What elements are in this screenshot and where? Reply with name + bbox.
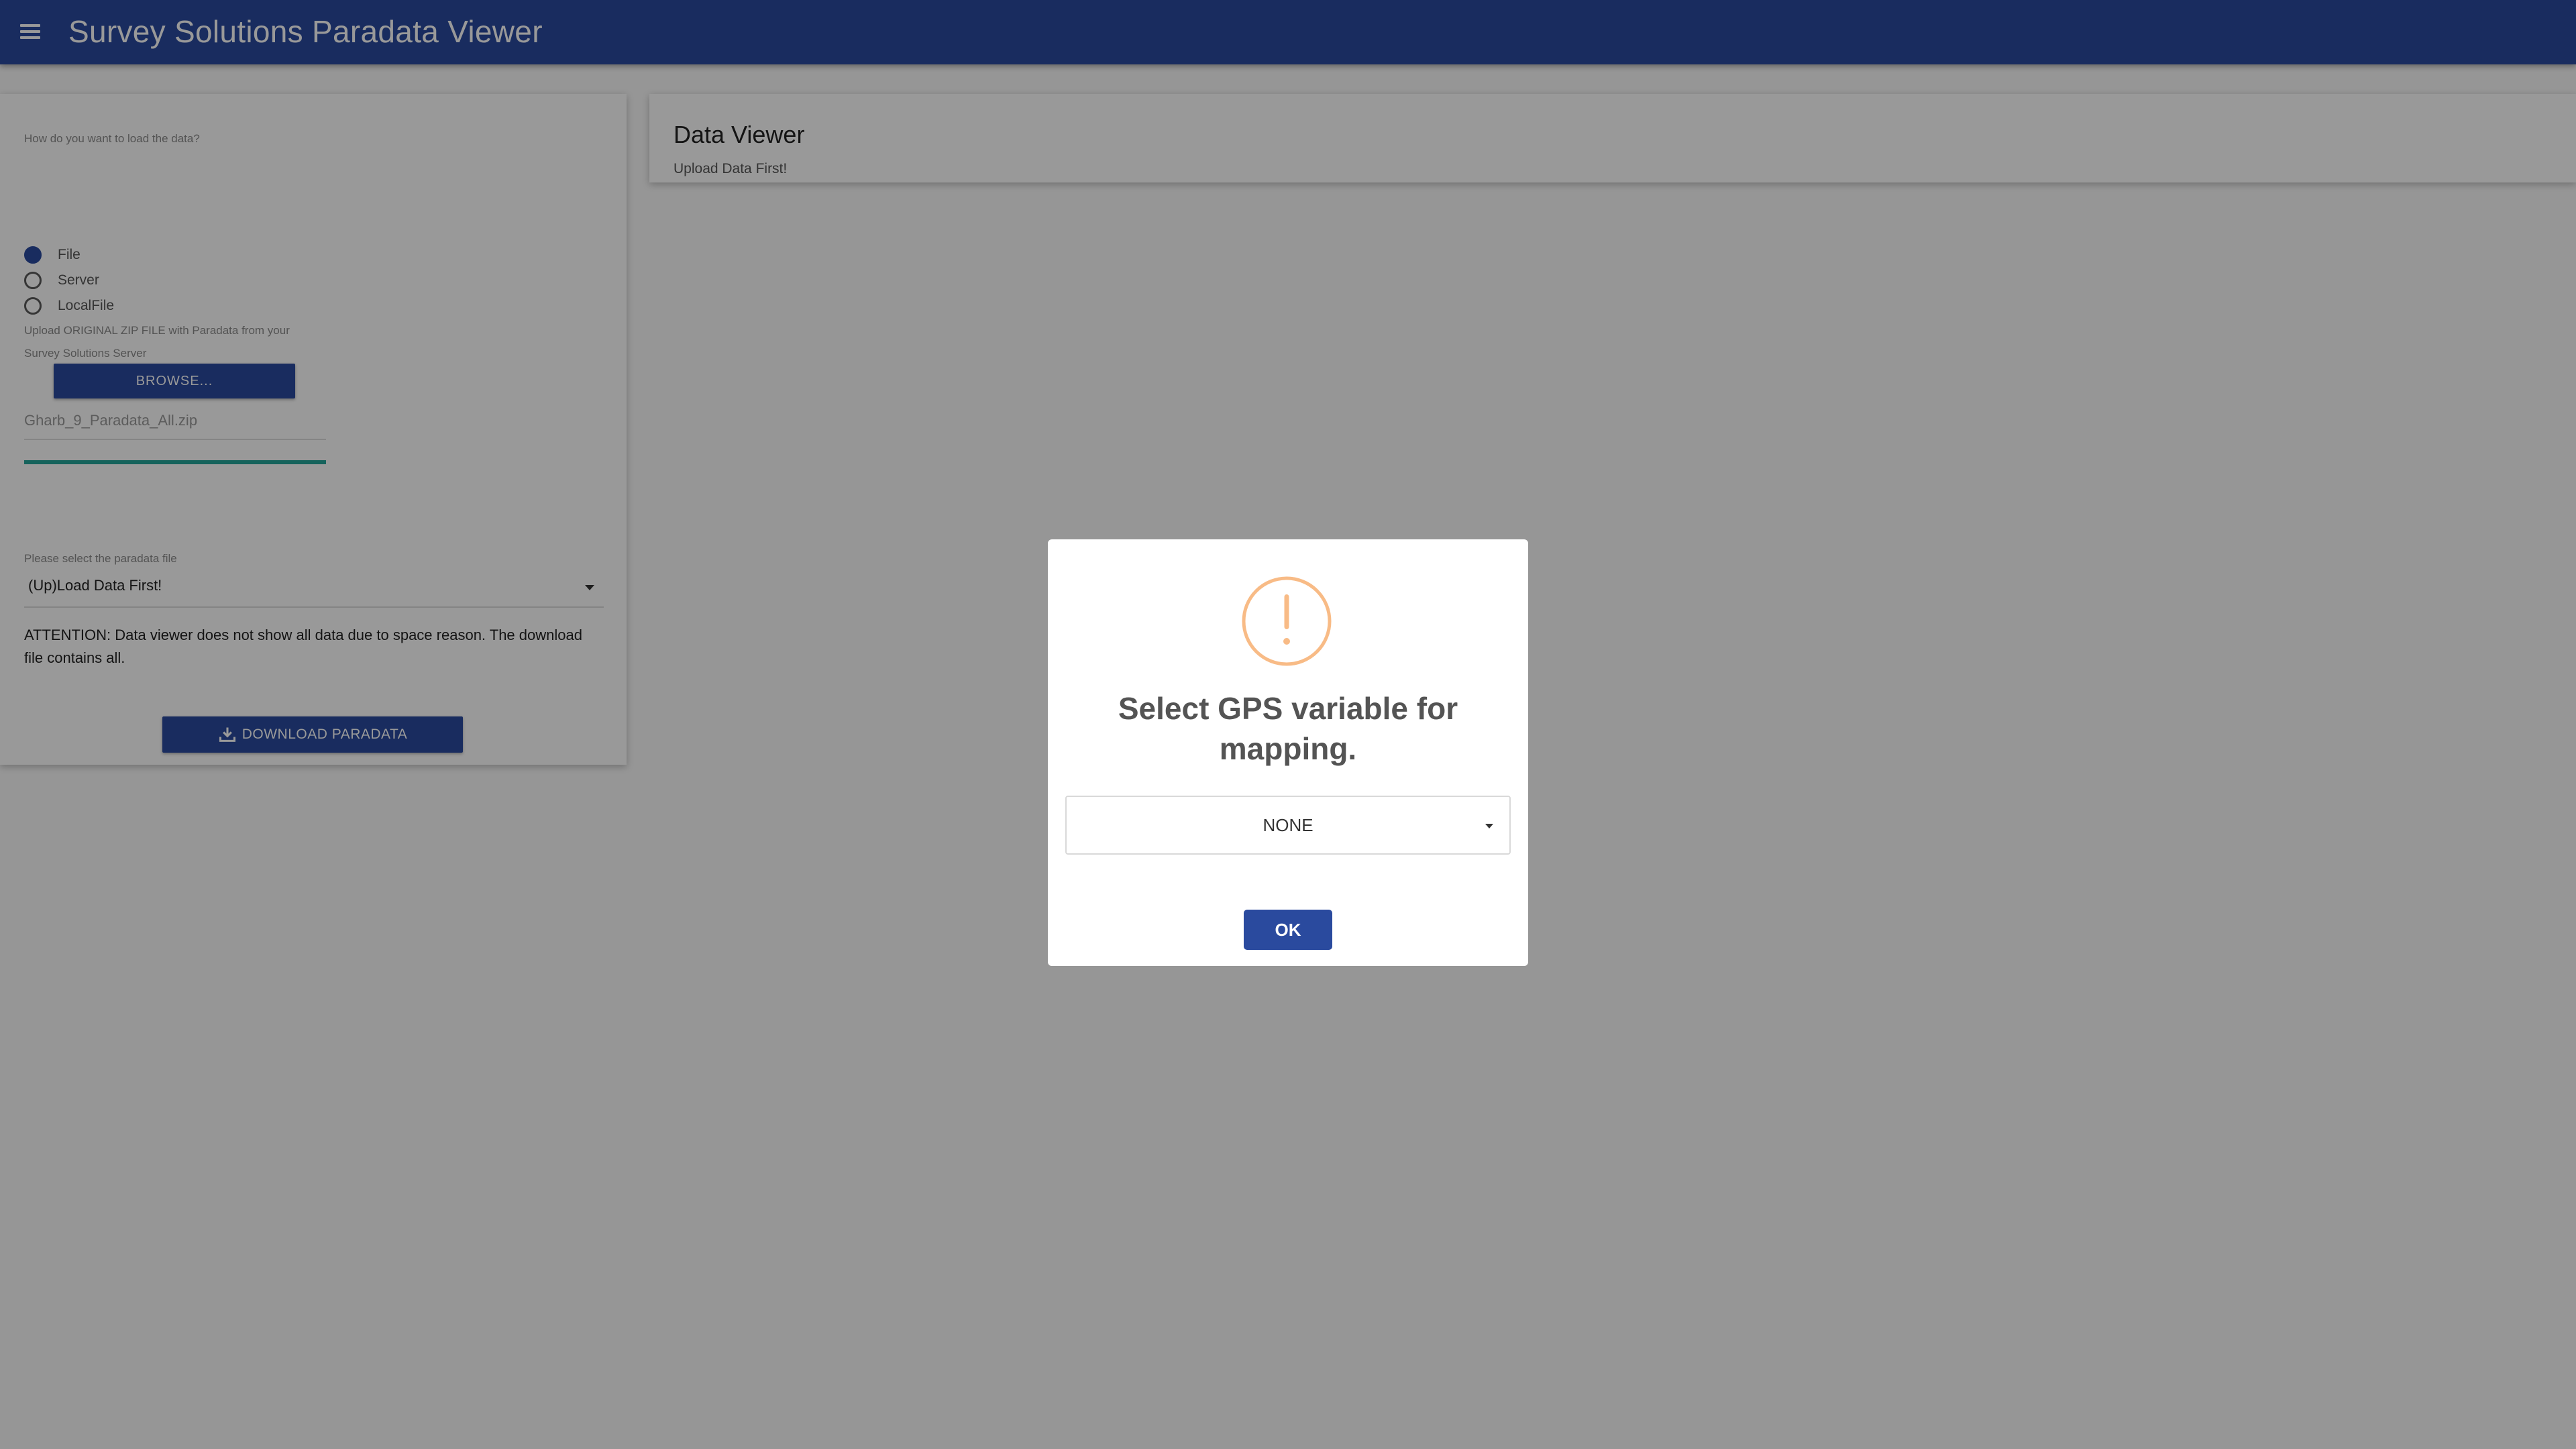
- chevron-down-icon: [1485, 824, 1493, 828]
- gps-variable-select-value: NONE: [1263, 814, 1313, 835]
- gps-variable-dialog: Select GPS variable for mapping. NONE OK: [1048, 539, 1528, 966]
- dialog-title: Select GPS variable for mapping.: [1118, 691, 1458, 766]
- warning-icon: [1242, 576, 1332, 666]
- ok-button[interactable]: OK: [1244, 910, 1332, 950]
- gps-variable-select[interactable]: NONE: [1065, 796, 1511, 855]
